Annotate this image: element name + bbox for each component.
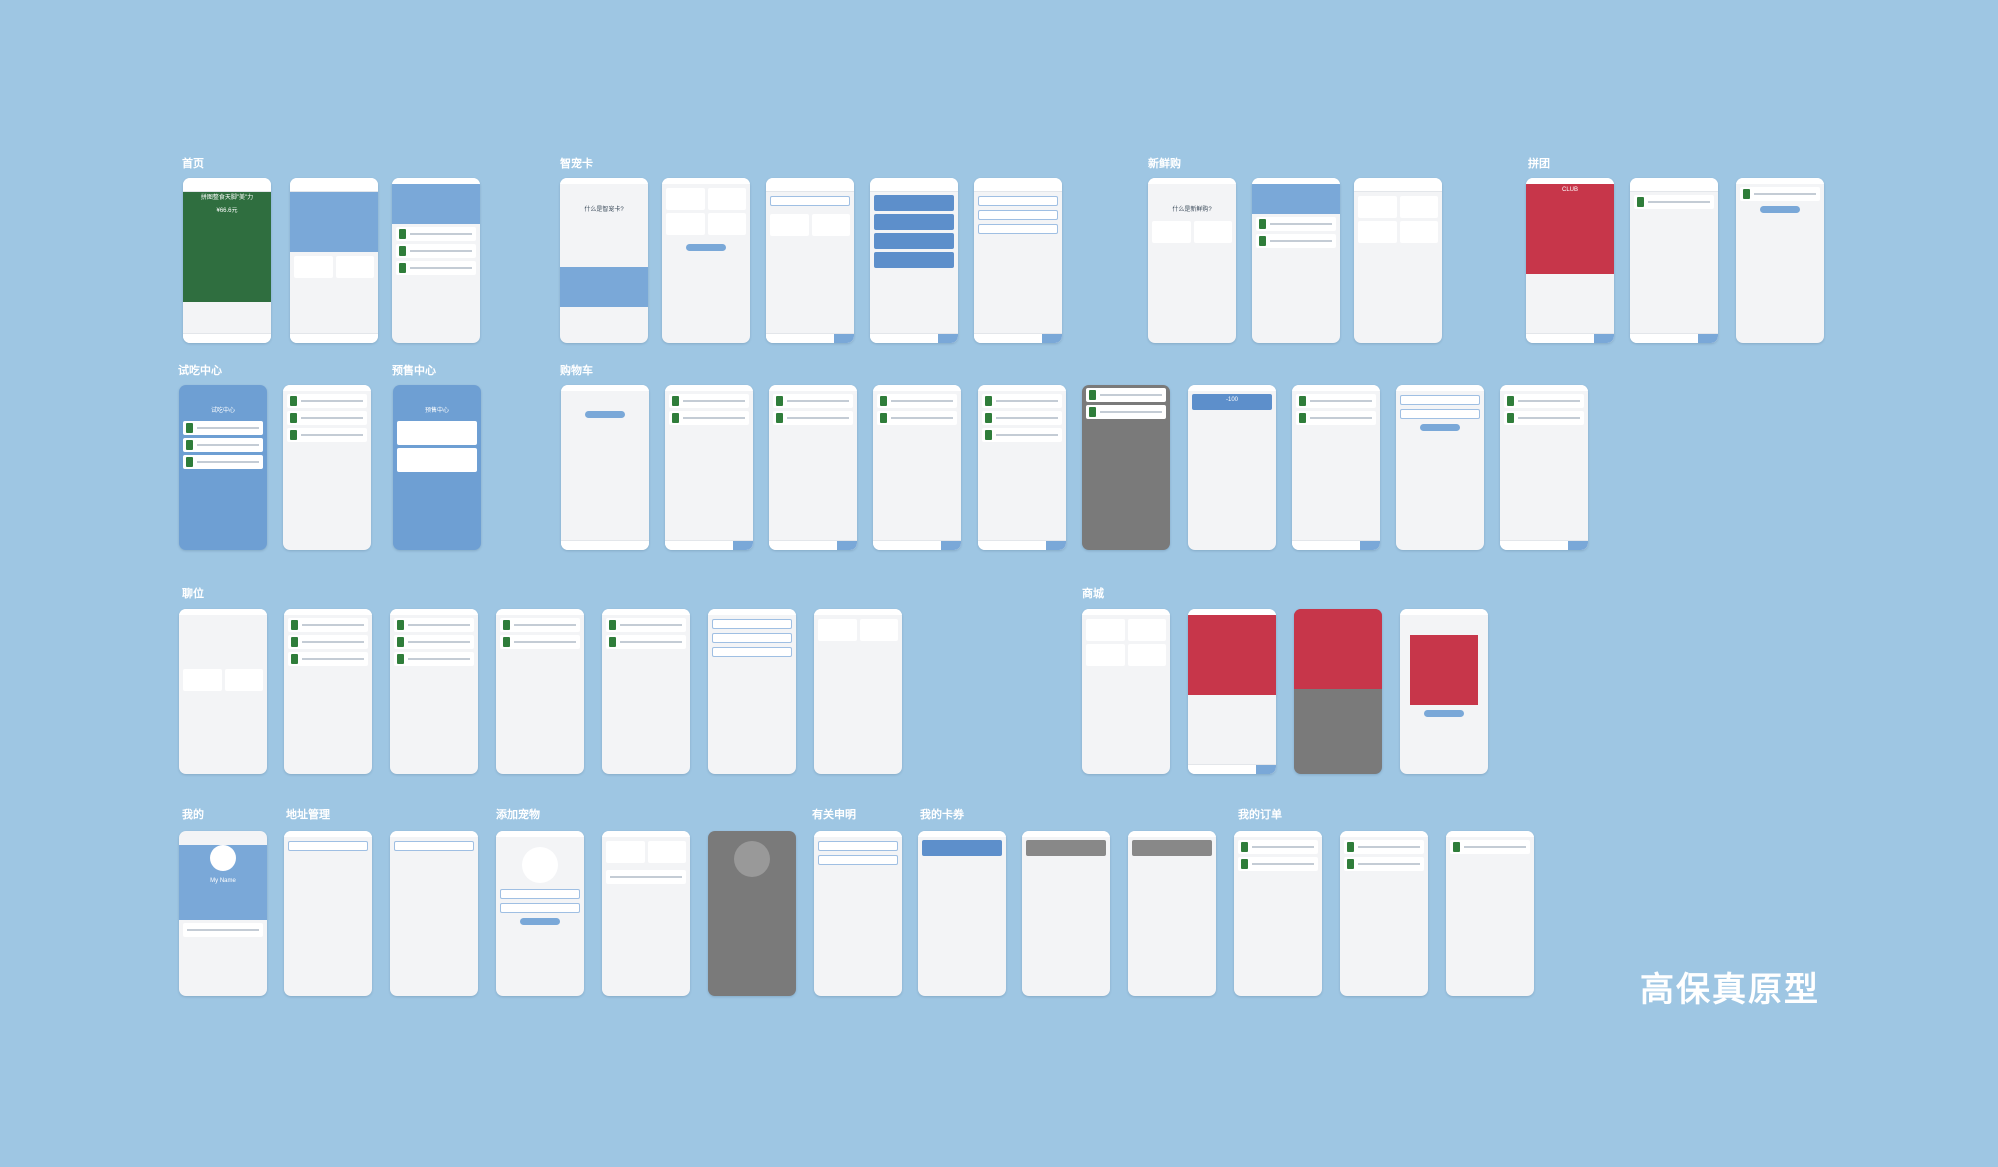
screen-group-2[interactable] [1630, 178, 1718, 343]
screen-mine-1[interactable]: My Name [179, 831, 267, 996]
screen-home-1[interactable]: 拼图整食天脚"美"力 ¥66.6元 [183, 178, 271, 343]
screen-bind-2[interactable] [284, 609, 372, 774]
screen-cart-5[interactable] [978, 385, 1066, 550]
section-label-cart: 购物车 [560, 364, 593, 377]
section-label-statement: 有关申明 [812, 808, 856, 821]
screen-mall-4[interactable] [1400, 609, 1488, 774]
screen-presale-1[interactable]: 预售中心 [393, 385, 481, 550]
screen-my-card-2[interactable] [1022, 831, 1110, 996]
screen-statement-1[interactable] [814, 831, 902, 996]
section-label-my-card: 我的卡券 [920, 808, 964, 821]
presale-title: 预售中心 [424, 408, 449, 414]
screen-cart-9[interactable] [1396, 385, 1484, 550]
screen-bind-7[interactable] [814, 609, 902, 774]
screen-smart-card-3[interactable] [766, 178, 854, 343]
screen-group-1[interactable]: CLUB [1526, 178, 1614, 343]
screen-add-pet-2[interactable] [602, 831, 690, 996]
screen-bind-1[interactable] [179, 609, 267, 774]
section-label-trial: 试吃中心 [178, 364, 222, 377]
screen-home-2[interactable] [290, 178, 378, 343]
screen-cart-6[interactable] [1082, 385, 1170, 550]
screen-smart-card-4[interactable] [870, 178, 958, 343]
screen-bind-4[interactable] [496, 609, 584, 774]
screen-cart-7[interactable]: -100 [1188, 385, 1276, 550]
section-label-mall: 商城 [1082, 587, 1104, 600]
screen-cart-3[interactable] [769, 385, 857, 550]
cart-coupon: -100 [1225, 397, 1238, 403]
section-label-bind: 聊位 [182, 587, 204, 600]
screen-bind-6[interactable] [708, 609, 796, 774]
fresh-question: 什么是新鲜购? [1172, 207, 1212, 213]
screen-mall-2[interactable] [1188, 609, 1276, 774]
screen-cart-10[interactable] [1500, 385, 1588, 550]
screen-bind-3[interactable] [390, 609, 478, 774]
screen-my-card-3[interactable] [1128, 831, 1216, 996]
section-label-presale: 预售中心 [392, 364, 436, 377]
section-label-mine: 我的 [182, 808, 204, 821]
screen-home-3[interactable] [392, 178, 480, 343]
screen-fresh-3[interactable] [1354, 178, 1442, 343]
group-club-label: CLUB [1561, 187, 1578, 193]
smart-card-question: 什么是智宠卡? [584, 207, 624, 213]
section-label-add-pet: 添加宠物 [496, 808, 540, 821]
section-label-address: 地址管理 [286, 808, 330, 821]
screen-my-order-2[interactable] [1340, 831, 1428, 996]
section-label-home: 首页 [182, 157, 204, 170]
screen-add-pet-1[interactable] [496, 831, 584, 996]
screen-address-1[interactable] [284, 831, 372, 996]
screen-add-pet-3[interactable] [708, 831, 796, 996]
screen-cart-8[interactable] [1292, 385, 1380, 550]
screen-mall-3[interactable] [1294, 609, 1382, 774]
screen-bind-5[interactable] [602, 609, 690, 774]
screen-mall-1[interactable] [1082, 609, 1170, 774]
screen-fresh-2[interactable] [1252, 178, 1340, 343]
section-label-smart-card: 智宠卡 [560, 157, 593, 170]
screen-cart-4[interactable] [873, 385, 961, 550]
home-price-text: ¥66.6元 [216, 208, 238, 215]
screen-smart-card-2[interactable] [662, 178, 750, 343]
screen-my-order-1[interactable] [1234, 831, 1322, 996]
screen-smart-card-5[interactable] [974, 178, 1062, 343]
trial-title: 试吃中心 [210, 408, 235, 414]
screen-address-2[interactable] [390, 831, 478, 996]
screen-my-card-1[interactable] [918, 831, 1006, 996]
home-promo-text: 拼图整食天脚"美"力 [200, 195, 254, 201]
screen-fresh-1[interactable]: 什么是新鲜购? [1148, 178, 1236, 343]
screen-cart-2[interactable] [665, 385, 753, 550]
section-label-fresh: 新鲜购 [1148, 157, 1181, 170]
screen-trial-2[interactable] [283, 385, 371, 550]
watermark-title: 高保真原型 [1640, 970, 1820, 1010]
screen-cart-1[interactable] [561, 385, 649, 550]
screen-smart-card-1[interactable]: 什么是智宠卡? [560, 178, 648, 343]
mine-name: My Name [210, 878, 236, 884]
screen-group-3[interactable] [1736, 178, 1824, 343]
screen-my-order-3[interactable] [1446, 831, 1534, 996]
section-label-my-order: 我的订单 [1238, 808, 1282, 821]
screen-trial-1[interactable]: 试吃中心 [179, 385, 267, 550]
section-label-group: 拼团 [1528, 157, 1550, 170]
